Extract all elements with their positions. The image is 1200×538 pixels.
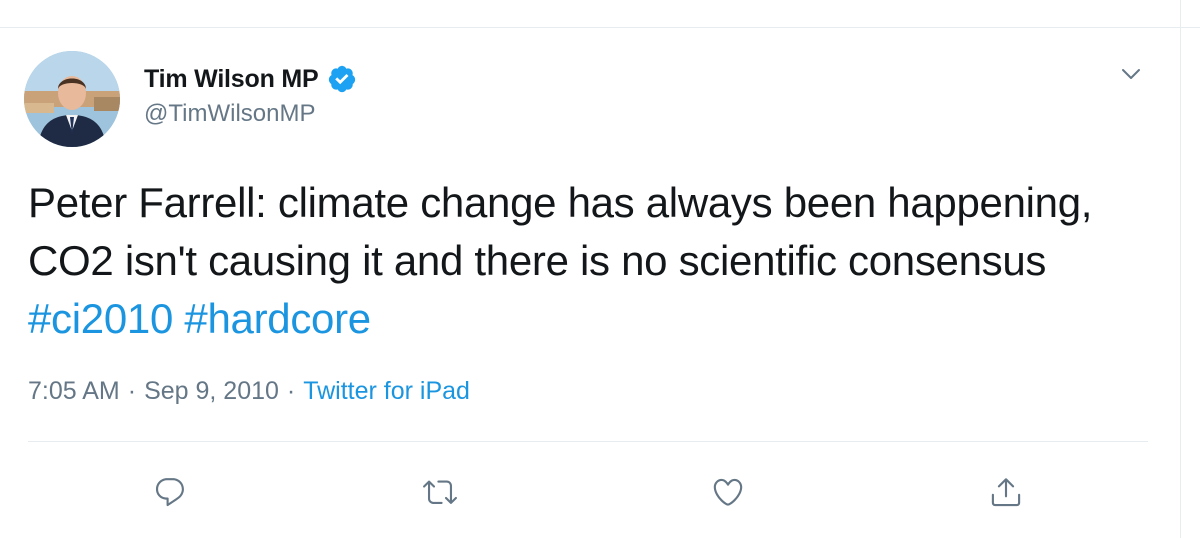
tweet-body: Peter Farrell: climate change has always…	[28, 179, 1093, 284]
tweet-menu-button[interactable]	[1119, 62, 1143, 86]
hashtag-link[interactable]: #hardcore	[184, 295, 371, 342]
meta-separator: ·	[127, 377, 137, 405]
tweet-page: Tim Wilson MP @TimWilsonMP Peter Farrell…	[0, 0, 1200, 538]
retweet-icon	[423, 480, 457, 504]
retweet-button[interactable]	[420, 472, 460, 512]
hashtag-link[interactable]: #ci2010	[28, 295, 173, 342]
like-heart-icon	[713, 478, 743, 506]
share-icon	[991, 478, 1021, 507]
right-border	[1180, 0, 1181, 538]
tweet-meta: 7:05 AM · Sep 9, 2010 · Twitter for iPad	[28, 377, 470, 406]
verified-badge-icon	[327, 64, 357, 94]
tweet-time[interactable]: 7:05 AM	[28, 377, 120, 405]
tweet-date[interactable]: Sep 9, 2010	[144, 377, 279, 405]
top-divider	[0, 27, 1200, 28]
avatar-image	[24, 51, 120, 147]
author-handle[interactable]: @TimWilsonMP	[144, 100, 357, 128]
meta-separator: ·	[286, 377, 296, 405]
author-name-row: Tim Wilson MP	[144, 62, 357, 96]
chevron-down-icon	[1122, 69, 1140, 79]
reply-icon	[155, 478, 184, 507]
author-name[interactable]: Tim Wilson MP	[144, 65, 319, 94]
reply-button[interactable]	[150, 472, 190, 512]
actions-divider	[28, 441, 1148, 442]
author-block: Tim Wilson MP @TimWilsonMP	[144, 62, 357, 128]
like-button[interactable]	[708, 472, 748, 512]
share-button[interactable]	[986, 472, 1026, 512]
tweet-source-link[interactable]: Twitter for iPad	[303, 377, 470, 405]
avatar[interactable]	[24, 51, 120, 147]
tweet-text: Peter Farrell: climate change has always…	[28, 174, 1168, 348]
